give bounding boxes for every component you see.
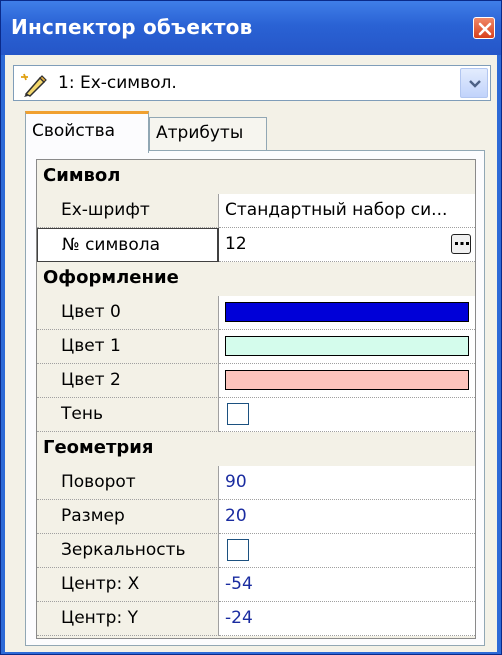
property-name: Цвет 2: [37, 364, 219, 398]
symbol-number-value: 12: [225, 234, 247, 254]
properties-panel: Символ Ex-шрифт Стандартный набор си... …: [25, 150, 485, 646]
property-row-mirror[interactable]: Зеркальность: [37, 534, 475, 568]
symbol-number-input[interactable]: 12: [219, 228, 475, 262]
object-select-dropdown-button[interactable]: [460, 68, 488, 98]
tab-attributes[interactable]: Атрибуты: [149, 117, 267, 151]
property-value[interactable]: 20: [219, 500, 475, 534]
property-name: Ex-шрифт: [37, 194, 219, 228]
category-label: Геометрия: [43, 437, 154, 458]
object-select-value: 1: Ex-символ.: [58, 73, 177, 93]
inspector-client-area: 1: Ex-символ. Свойства Атрибуты Символ E…: [5, 55, 497, 652]
tab-properties[interactable]: Свойства: [25, 111, 149, 153]
color-swatch: [225, 370, 469, 390]
property-value[interactable]: -24: [219, 602, 475, 636]
property-row-rotation[interactable]: Поворот 90: [37, 466, 475, 500]
property-value[interactable]: [219, 364, 475, 398]
color-swatch: [225, 336, 469, 356]
property-name: Цвет 1: [37, 330, 219, 364]
property-row-shadow[interactable]: Тень: [37, 398, 475, 432]
property-name: Тень: [37, 398, 219, 432]
property-row-size[interactable]: Размер 20: [37, 500, 475, 534]
property-row-color-2[interactable]: Цвет 2: [37, 364, 475, 398]
property-grid: Символ Ex-шрифт Стандартный набор си... …: [36, 159, 476, 639]
property-row-symbol-number[interactable]: № символа 12: [37, 228, 475, 262]
close-icon: [478, 22, 492, 36]
category-design[interactable]: Оформление: [37, 262, 475, 296]
property-value[interactable]: Стандартный набор си...: [219, 194, 475, 228]
ellipsis-button[interactable]: [451, 234, 471, 254]
property-name: Поворот: [37, 466, 219, 500]
object-select[interactable]: 1: Ex-символ.: [13, 65, 491, 101]
property-name: Центр: Y: [37, 602, 219, 636]
property-row-ex-font[interactable]: Ex-шрифт Стандартный набор си...: [37, 194, 475, 228]
property-row-center-x[interactable]: Центр: X -54: [37, 568, 475, 602]
shadow-checkbox[interactable]: [227, 403, 249, 425]
tab-strip: Свойства Атрибуты: [25, 111, 485, 153]
property-row-color-1[interactable]: Цвет 1: [37, 330, 475, 364]
category-symbol[interactable]: Символ: [37, 160, 475, 194]
property-value: [219, 534, 475, 568]
property-value[interactable]: [219, 296, 475, 330]
property-name: Цвет 0: [37, 296, 219, 330]
property-name: Зеркальность: [37, 534, 219, 568]
pencil-wand-icon: [21, 73, 47, 97]
property-name: Размер: [37, 500, 219, 534]
property-name: № символа: [37, 228, 219, 262]
chevron-down-icon: [469, 80, 481, 88]
close-button[interactable]: [473, 17, 495, 39]
color-swatch: [225, 302, 469, 322]
ellipsis-icon: [455, 242, 469, 245]
window-title: Инспектор объектов: [11, 15, 253, 39]
object-inspector-window: Инспектор объектов 1: Ex-символ. Свойств…: [0, 0, 502, 655]
property-row-color-0[interactable]: Цвет 0: [37, 296, 475, 330]
category-label: Оформление: [43, 267, 179, 288]
title-bar[interactable]: Инспектор объектов: [1, 1, 501, 55]
property-value[interactable]: -54: [219, 568, 475, 602]
property-row-center-y[interactable]: Центр: Y -24: [37, 602, 475, 636]
category-label: Символ: [43, 165, 121, 186]
category-geometry[interactable]: Геометрия: [37, 432, 475, 466]
mirror-checkbox[interactable]: [227, 539, 249, 561]
property-value: [219, 398, 475, 432]
property-value[interactable]: [219, 330, 475, 364]
property-value[interactable]: 90: [219, 466, 475, 500]
property-name: Центр: X: [37, 568, 219, 602]
